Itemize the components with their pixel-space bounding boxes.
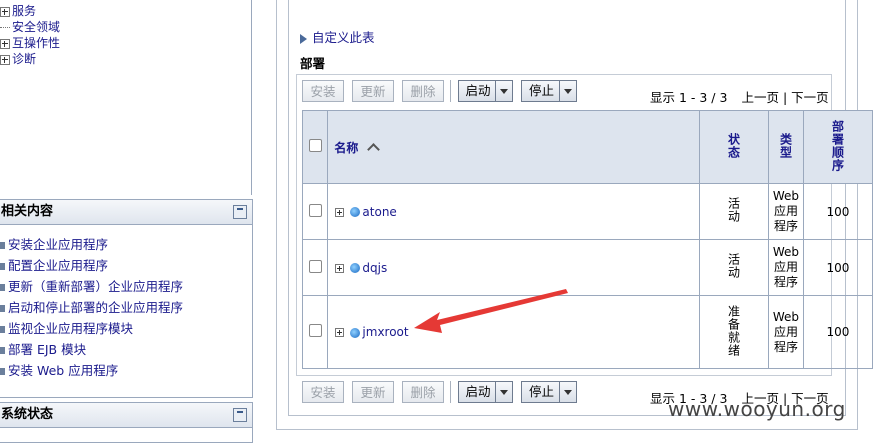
watermark: www.wooyun.org [668, 397, 846, 421]
annotation-arrow [414, 289, 568, 333]
